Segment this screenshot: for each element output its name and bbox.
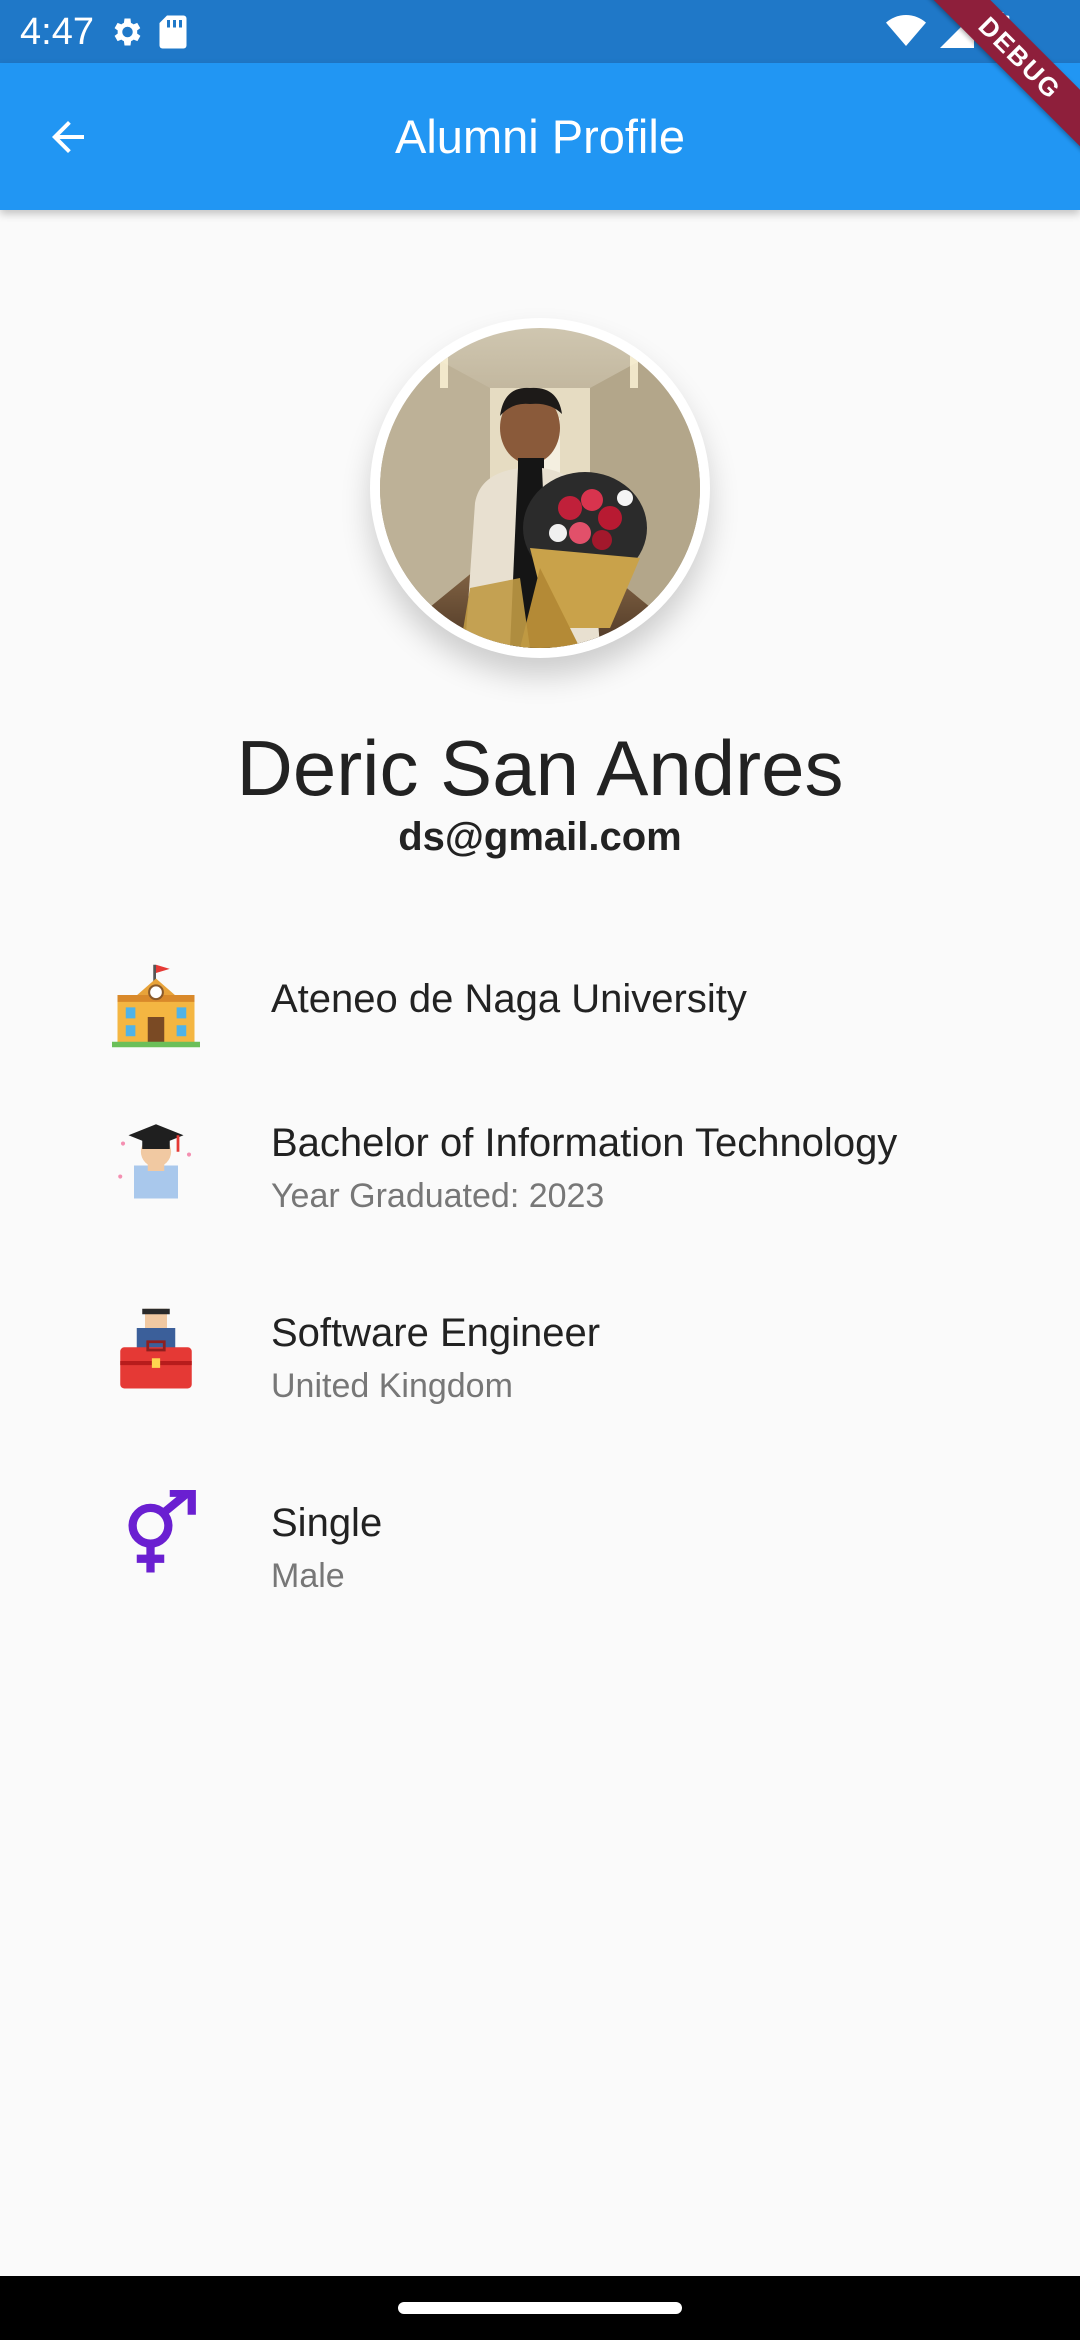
profile-name: Deric San Andres bbox=[236, 724, 844, 812]
info-item-education[interactable]: Bachelor of Information Technology Year … bbox=[0, 1110, 1080, 1240]
graduate-icon bbox=[118, 1124, 192, 1199]
job-title: Software Engineer bbox=[271, 1311, 601, 1355]
sd-card-icon bbox=[159, 15, 187, 49]
profile-photo bbox=[380, 328, 700, 648]
app-bar: Alumni Profile bbox=[0, 63, 1080, 210]
gender-icon bbox=[128, 1490, 196, 1573]
job-worker-icon bbox=[120, 1308, 192, 1389]
civil-status: Single bbox=[271, 1501, 383, 1545]
settings-icon bbox=[114, 18, 141, 46]
avatar-frame bbox=[370, 318, 710, 658]
info-item-job[interactable]: Software Engineer United Kingdom bbox=[0, 1300, 1080, 1430]
gender: Male bbox=[271, 1557, 345, 1595]
school-name: Ateneo de Naga University bbox=[271, 977, 747, 1021]
avatar[interactable] bbox=[380, 328, 700, 648]
page-title: Alumni Profile bbox=[395, 110, 685, 163]
wifi-icon bbox=[886, 15, 926, 46]
status-left-icons bbox=[108, 14, 188, 50]
info-item-school[interactable]: Ateneo de Naga University bbox=[0, 950, 1080, 1080]
status-bar: 4:47 bbox=[0, 0, 1080, 63]
school-building-icon bbox=[112, 964, 200, 1048]
info-item-personal[interactable]: Single Male bbox=[0, 1490, 1080, 1620]
job-location: United Kingdom bbox=[271, 1367, 513, 1405]
navigation-bar bbox=[0, 2276, 1080, 2340]
profile-email: ds@gmail.com bbox=[398, 815, 682, 859]
screen: 4:47 Alumni Profile DEBUG Deric San Andr… bbox=[0, 0, 1080, 2340]
degree-title: Bachelor of Information Technology bbox=[271, 1121, 898, 1165]
home-gesture-handle[interactable] bbox=[398, 2302, 682, 2314]
year-graduated: Year Graduated: 2023 bbox=[271, 1177, 605, 1215]
status-time: 4:47 bbox=[20, 11, 94, 53]
